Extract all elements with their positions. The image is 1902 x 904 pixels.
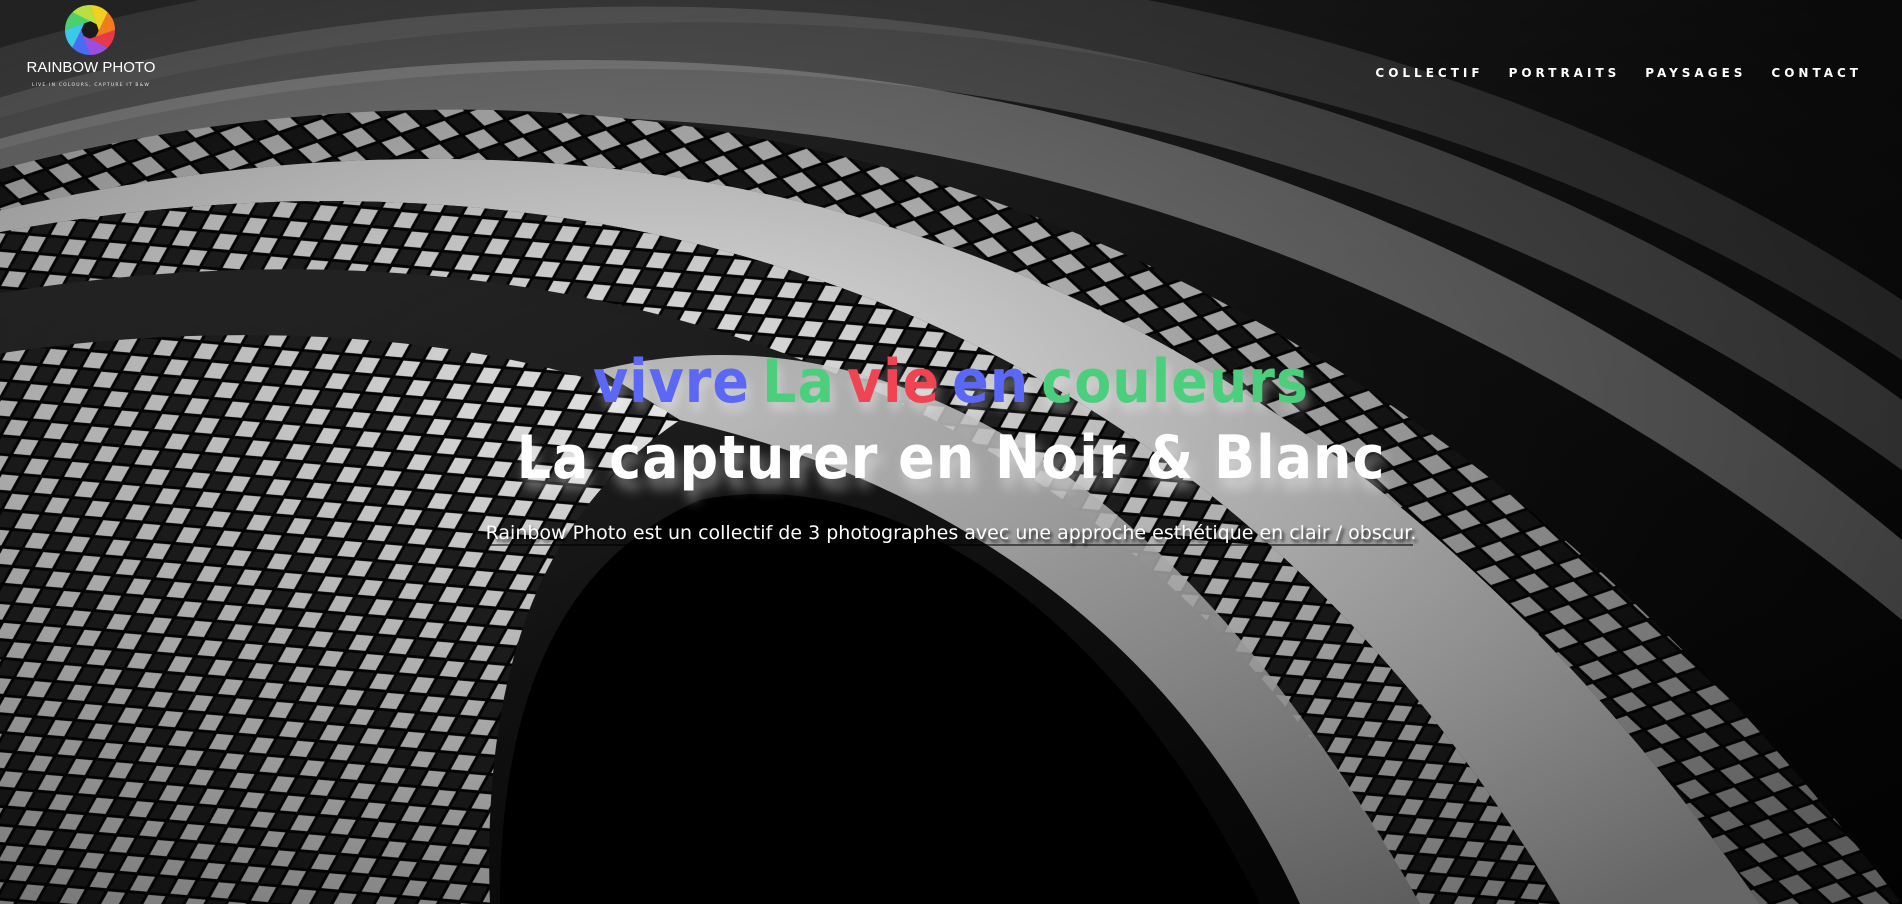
headline-word-la: La (762, 347, 835, 417)
hero-description: Rainbow Photo est un collectif de 3 phot… (485, 522, 1417, 544)
hero-section: vivre La vie en couleurs La capturer en Noir… (0, 344, 1902, 563)
camera-aperture-icon (65, 5, 115, 55)
brand-tagline: LIVE IN COLOURS, CAPTURE IT B&W (31, 83, 151, 88)
hero-headline: vivre La vie en couleurs La capturer en Noir… (0, 344, 1902, 496)
headline-line-colors: vivre La vie en couleurs (0, 344, 1902, 420)
headline-word-en: en (952, 347, 1030, 417)
nav-link-paysages[interactable]: PAYSAGES (1645, 66, 1746, 80)
nav-link-collectif[interactable]: COLLECTIF (1375, 66, 1483, 80)
landing-page: RAINBOW PHOTO LIVE IN COLOURS, CAPTURE I… (0, 0, 1902, 904)
site-header: RAINBOW PHOTO LIVE IN COLOURS, CAPTURE I… (0, 0, 1902, 100)
main-nav: COLLECTIF PORTRAITS PAYSAGES CONTACT (1375, 66, 1862, 80)
nav-link-portraits[interactable]: PORTRAITS (1509, 66, 1621, 80)
logo-link[interactable]: RAINBOW PHOTO LIVE IN COLOURS, CAPTURE I… (24, 4, 158, 92)
headline-line-bw: La capturer en Noir & Blanc (516, 423, 1386, 493)
brand-name: RAINBOW PHOTO (26, 59, 156, 76)
headline-word-couleurs: couleurs (1041, 347, 1310, 417)
headline-word-vie: vie (846, 347, 941, 417)
nav-link-contact[interactable]: CONTACT (1771, 66, 1862, 80)
headline-word-vivre: vivre (592, 347, 751, 417)
